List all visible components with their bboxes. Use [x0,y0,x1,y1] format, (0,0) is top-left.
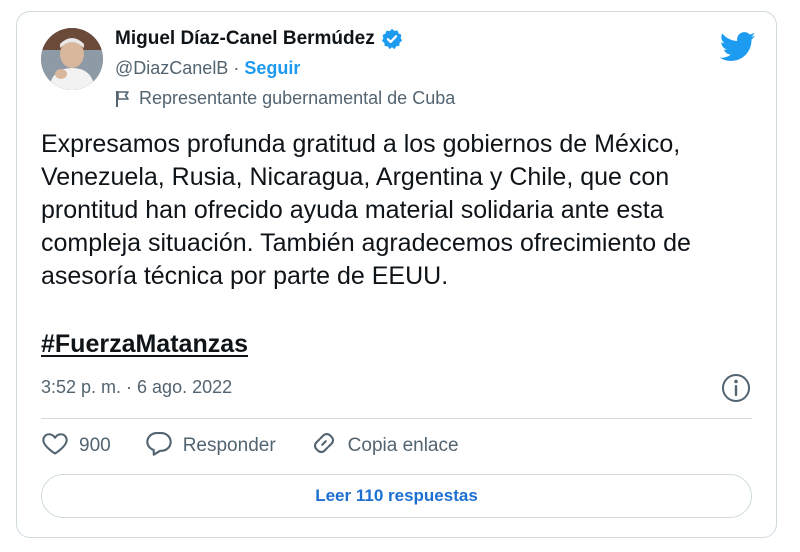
tweet-text: Expresamos profunda gratitud a los gobie… [41,130,691,290]
divider [41,418,752,419]
author-name[interactable]: Miguel Díaz-Canel Bermúdez [115,28,375,50]
twitter-bird-icon[interactable] [719,32,756,62]
read-replies-button[interactable]: Leer 110 respuestas [41,474,752,518]
reply-button[interactable]: Responder [145,429,276,463]
government-label: Representante gubernamental de Cuba [139,88,456,108]
like-button[interactable]: 900 [41,429,111,463]
author-handle[interactable]: @DiazCanelB [115,58,228,79]
copy-link-label: Copia enlace [347,435,459,456]
action-bar: 900 Responder Copia enlace [41,430,493,462]
copy-link-button[interactable]: Copia enlace [310,429,459,463]
comment-icon [145,429,173,463]
hashtag-link[interactable]: #FuerzaMatanzas [41,330,248,359]
flag-icon [115,90,131,108]
verified-badge-icon [381,28,403,50]
link-icon [310,429,338,463]
handle-separator: · [233,58,240,78]
tweet-timestamp[interactable]: 3:52 p. m. · 6 ago. 2022 [41,377,232,398]
info-icon[interactable] [720,372,752,404]
heart-icon [41,429,69,463]
follow-button[interactable]: Seguir [244,58,300,79]
like-count: 900 [79,435,111,456]
tweet-card: Miguel Díaz-Canel Bermúdez @DiazCanelB ·… [16,11,777,538]
avatar[interactable] [41,28,103,90]
reply-label: Responder [182,435,276,456]
